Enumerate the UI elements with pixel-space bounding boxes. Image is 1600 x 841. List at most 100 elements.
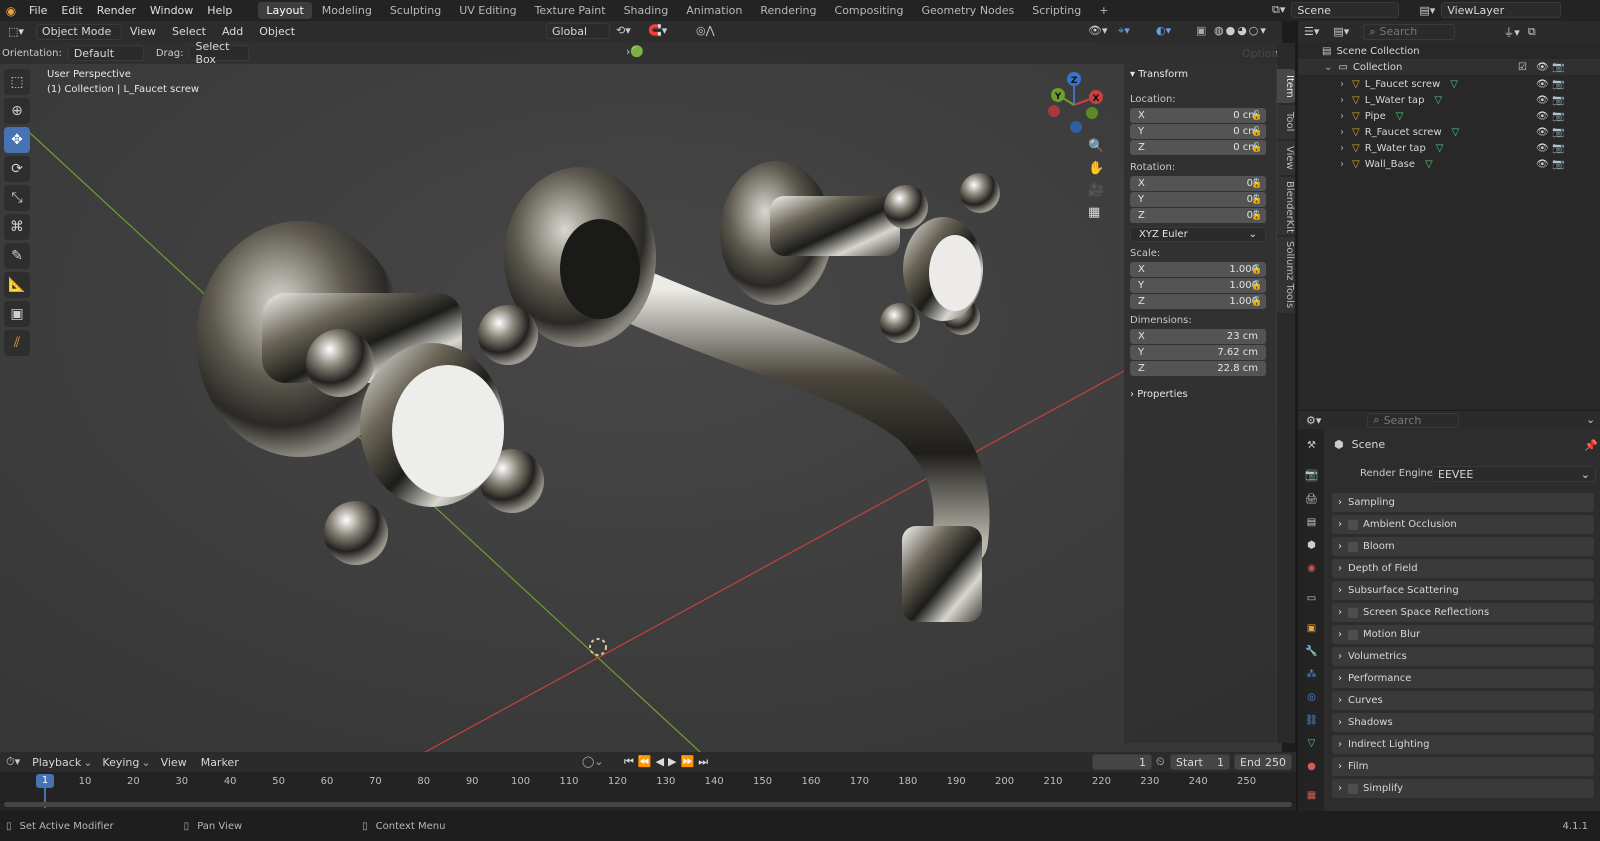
data-tab-icon[interactable]: ▽ — [1305, 737, 1318, 750]
eye-icon[interactable]: 👁 — [1536, 143, 1549, 154]
tab-tool[interactable]: Tool — [1277, 105, 1295, 139]
lock-icon[interactable]: 🔓 — [1251, 143, 1262, 153]
expand-arrow-icon[interactable]: › — [1340, 79, 1344, 90]
left-handle-knob[interactable] — [324, 501, 388, 565]
chevron-down-icon[interactable]: ⌄ — [1586, 413, 1595, 426]
section-screen-space-reflections[interactable]: › Screen Space Reflections — [1332, 603, 1594, 622]
transform-tool-icon[interactable]: ⌘ — [4, 214, 30, 240]
gizmo-neg-y[interactable] — [1086, 107, 1098, 119]
add-workspace-button[interactable]: + — [1091, 2, 1116, 19]
lock-icon[interactable]: 🔓 — [1251, 195, 1262, 205]
scene-icon[interactable]: ⧉▾ — [1272, 3, 1285, 17]
pan-icon[interactable]: ✋ — [1088, 161, 1104, 176]
grid-view-icon[interactable]: ▦ — [1088, 205, 1104, 220]
snap-icon[interactable]: 🧲▾ — [648, 24, 667, 37]
viewport-scene[interactable]: Z X Y — [0, 21, 1282, 763]
cursor-tool-icon[interactable]: ⊕ — [4, 98, 30, 124]
timeline-editor-icon[interactable]: ⏱▾ — [6, 755, 20, 769]
scene-selector[interactable]: Scene — [1291, 2, 1400, 18]
lock-icon[interactable]: 🔓 — [1251, 111, 1262, 121]
tab-texture-paint[interactable]: Texture Paint — [527, 2, 614, 19]
enable-checkbox[interactable] — [1348, 629, 1358, 640]
section-motion-blur[interactable]: › Motion Blur — [1332, 625, 1594, 644]
tab-blenderkit[interactable]: BlenderKit — [1277, 177, 1295, 235]
lock-icon[interactable]: 🔓 — [1251, 265, 1262, 275]
expand-arrow-icon[interactable]: › — [1340, 159, 1344, 170]
section-depth-of-field[interactable]: › Depth of Field — [1332, 559, 1594, 578]
outliner-object-row[interactable]: › ▽ Pipe ▽ 👁 📷 — [1298, 108, 1600, 124]
gizmo-neg-x[interactable] — [1048, 105, 1060, 117]
properties-editor-icon[interactable]: ⚙▾ — [1306, 414, 1321, 427]
tab-geometry-nodes[interactable]: Geometry Nodes — [913, 2, 1022, 19]
pivot-icon[interactable]: ⟲▾ — [616, 24, 631, 37]
transform-orientation-selector[interactable]: Global — [546, 23, 610, 39]
section-subsurface-scattering[interactable]: › Subsurface Scattering — [1332, 581, 1594, 600]
tab-scripting[interactable]: Scripting — [1024, 2, 1089, 19]
blenderkit-tool-icon[interactable]: ⫽ — [4, 330, 30, 356]
timeline-scrollbar[interactable] — [4, 802, 1292, 807]
output-tab-icon[interactable]: 🖨 — [1305, 493, 1318, 506]
menu-timeline-view[interactable]: View — [161, 756, 187, 769]
eye-icon[interactable]: 👁 — [1536, 111, 1549, 122]
current-frame-field[interactable]: 1 — [1092, 754, 1152, 770]
annotate-tool-icon[interactable]: ✎ — [4, 243, 30, 269]
modifier-tab-icon[interactable]: 🔧 — [1305, 645, 1318, 658]
eye-icon[interactable]: 👁 — [1536, 95, 1549, 106]
section-bloom[interactable]: › Bloom — [1332, 537, 1594, 556]
start-frame-field[interactable]: Start 1 — [1170, 754, 1230, 770]
location-z-field[interactable]: Z0 cm — [1130, 140, 1266, 155]
camera-icon[interactable]: 📷 — [1552, 127, 1564, 138]
transform-header[interactable]: ▾ Transform — [1130, 69, 1188, 80]
pin-icon[interactable]: 📌 — [1584, 439, 1598, 452]
render-engine-selector[interactable]: EEVEE ⌄ — [1432, 466, 1596, 482]
add-cube-tool-icon[interactable]: ▣ — [4, 301, 30, 327]
lock-icon[interactable]: 🔓 — [1251, 127, 1262, 137]
menu-marker[interactable]: Marker — [201, 756, 239, 769]
section-ambient-occlusion[interactable]: › Ambient Occlusion — [1332, 515, 1594, 534]
expand-arrow-icon[interactable]: › — [1340, 111, 1344, 122]
mesh-data-icon[interactable]: ▽ — [1436, 143, 1444, 154]
mesh-data-icon[interactable]: ▽ — [1425, 159, 1433, 170]
scale-tool-icon[interactable]: ⤡ — [4, 185, 30, 211]
camera-icon[interactable]: 📷 — [1552, 111, 1564, 122]
tab-modeling[interactable]: Modeling — [314, 2, 380, 19]
tab-sculpting[interactable]: Sculpting — [382, 2, 449, 19]
right-handle-knob[interactable] — [960, 173, 1000, 213]
menu-add[interactable]: Add — [214, 25, 251, 38]
section-volumetrics[interactable]: › Volumetrics — [1332, 647, 1594, 666]
section-indirect-lighting[interactable]: › Indirect Lighting — [1332, 735, 1594, 754]
expand-arrow-icon[interactable]: › — [1340, 127, 1344, 138]
enable-checkbox[interactable] — [1348, 541, 1358, 552]
tab-uv-editing[interactable]: UV Editing — [451, 2, 524, 19]
measure-tool-icon[interactable]: 📐 — [4, 272, 30, 298]
eye-icon[interactable]: 👁 — [1536, 79, 1549, 90]
dimensions-y-field[interactable]: Y 7.62 cm — [1130, 345, 1266, 360]
expand-arrow-icon[interactable]: › — [1340, 95, 1344, 106]
location-x-field[interactable]: X0 cm — [1130, 108, 1266, 123]
object-tab-icon[interactable]: ▣ — [1305, 622, 1318, 635]
drag-selector[interactable]: Select Box — [189, 40, 250, 66]
camera-icon[interactable]: 📷 — [1552, 79, 1564, 90]
blender-logo-icon[interactable]: ◉ — [0, 4, 22, 18]
outliner-object-row[interactable]: › ▽ L_Water tap ▽ 👁 📷 — [1298, 92, 1600, 108]
tab-view[interactable]: View — [1277, 141, 1295, 175]
camera-view-icon[interactable]: 🎥 — [1088, 183, 1104, 198]
right-handle-knob[interactable] — [880, 303, 920, 343]
rotation-y-field[interactable]: Y 0° — [1130, 192, 1266, 207]
asset-shelf-icon[interactable]: ›🟢 — [626, 45, 644, 58]
filter-icon[interactable]: ⏚▾ — [1503, 24, 1520, 40]
tab-sollumz-tools[interactable]: Sollumz Tools — [1277, 237, 1295, 313]
section-film[interactable]: › Film — [1332, 757, 1594, 776]
scale-x-field[interactable]: X 1.000 — [1130, 262, 1266, 277]
view-layer-selector[interactable]: ViewLayer — [1441, 2, 1562, 18]
preview-range-icon[interactable]: ⏲ — [1156, 755, 1165, 769]
menu-playback[interactable]: Playback — [32, 756, 81, 769]
editor-type-icon[interactable]: ⬚▾ — [0, 25, 32, 38]
enable-checkbox[interactable] — [1348, 783, 1358, 794]
end-frame-field[interactable]: End 250 — [1234, 754, 1292, 770]
playhead[interactable]: 1 — [36, 774, 54, 788]
texture-tab-icon[interactable]: ▦ — [1305, 789, 1318, 802]
mesh-data-icon[interactable]: ▽ — [1396, 111, 1404, 122]
camera-icon[interactable]: 📷 — [1552, 95, 1564, 106]
outliner-object-row[interactable]: › ▽ R_Water tap ▽ 👁 📷 — [1298, 140, 1600, 156]
